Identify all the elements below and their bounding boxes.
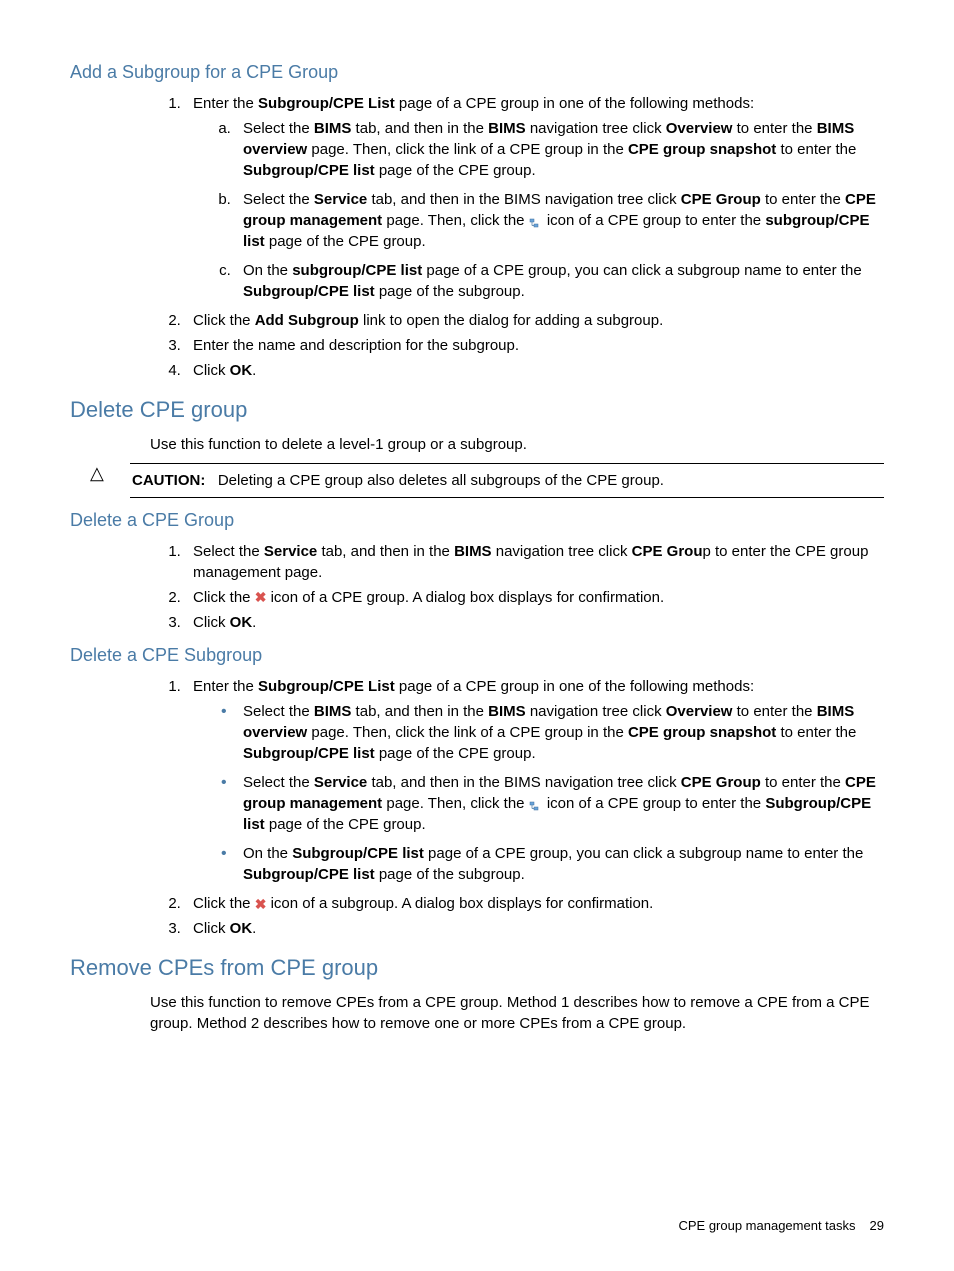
list-item: Select the BIMS tab, and then in the BIM… [235, 118, 884, 181]
delete-intro: Use this function to delete a level-1 gr… [150, 434, 884, 455]
tree-icon [529, 215, 543, 227]
heading-remove-cpes: Remove CPEs from CPE group [70, 953, 884, 984]
delete-subgroup-steps: Enter the Subgroup/CPE List page of a CP… [70, 676, 884, 939]
caution-box: △ CAUTION: Deleting a CPE group also del… [130, 463, 884, 498]
delete-cpe-group-steps: Select the Service tab, and then in the … [70, 541, 884, 633]
footer-text: CPE group management tasks [678, 1218, 855, 1233]
text: Enter the [193, 95, 258, 112]
list-item: Click OK. [185, 612, 884, 633]
page-number: 29 [870, 1218, 884, 1233]
list-item: Select the Service tab, and then in the … [235, 772, 884, 835]
delete-x-icon: ✖ [255, 895, 267, 915]
page-footer: CPE group management tasks 29 [678, 1217, 884, 1235]
list-item: Select the Service tab, and then in the … [235, 189, 884, 252]
list-item: Select the Service tab, and then in the … [185, 541, 884, 583]
heading-delete-cpe-group: Delete CPE group [70, 395, 884, 426]
text: Subgroup/CPE List [258, 95, 395, 112]
list-item: Click the ✖ icon of a subgroup. A dialog… [185, 893, 884, 914]
list-item: Click OK. [185, 918, 884, 939]
add-subgroup-steps: Enter the Subgroup/CPE List page of a CP… [70, 93, 884, 381]
caution-text: CAUTION: Deleting a CPE group also delet… [132, 470, 884, 491]
list-item: Click the Add Subgroup link to open the … [185, 310, 884, 331]
tree-icon [529, 798, 543, 810]
heading-add-subgroup: Add a Subgroup for a CPE Group [70, 60, 884, 85]
list-item: Enter the name and description for the s… [185, 335, 884, 356]
list-item: On the Subgroup/CPE list page of a CPE g… [235, 843, 884, 885]
heading-delete-cpe-subgroup: Delete a CPE Subgroup [70, 643, 884, 668]
list-item: Select the BIMS tab, and then in the BIM… [235, 701, 884, 764]
list-item: Enter the Subgroup/CPE List page of a CP… [185, 93, 884, 302]
caution-icon: △ [90, 464, 122, 482]
heading-delete-a-cpe-group: Delete a CPE Group [70, 508, 884, 533]
list-item: Click OK. [185, 360, 884, 381]
sub-list: Select the BIMS tab, and then in the BIM… [193, 118, 884, 302]
list-item: Click the ✖ icon of a CPE group. A dialo… [185, 587, 884, 608]
delete-x-icon: ✖ [255, 588, 267, 608]
sub-bullets: Select the BIMS tab, and then in the BIM… [193, 701, 884, 885]
text: page of a CPE group in one of the follow… [395, 95, 754, 112]
remove-intro: Use this function to remove CPEs from a … [150, 992, 884, 1034]
list-item: On the subgroup/CPE list page of a CPE g… [235, 260, 884, 302]
list-item: Enter the Subgroup/CPE List page of a CP… [185, 676, 884, 885]
